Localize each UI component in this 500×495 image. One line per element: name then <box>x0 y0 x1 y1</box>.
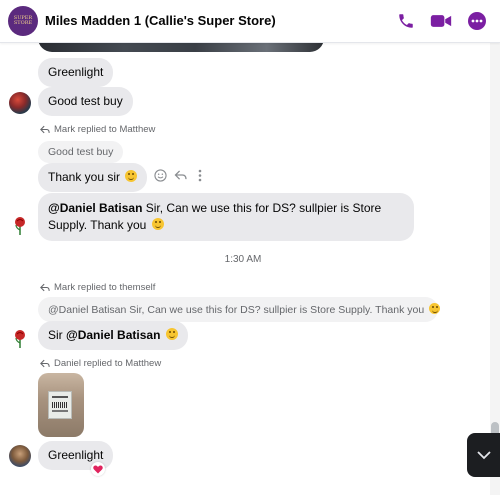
reply-context-label: Mark replied to themself <box>54 282 156 293</box>
video-camera-icon[interactable] <box>430 10 452 32</box>
phone-icon[interactable] <box>395 10 417 32</box>
mention[interactable]: @Daniel Batisan <box>48 201 142 215</box>
sender-avatar[interactable] <box>9 92 31 114</box>
reply-context: Daniel replied to Matthew <box>40 358 161 369</box>
reply-arrow-icon[interactable] <box>173 168 187 182</box>
rose-icon <box>15 330 25 348</box>
reaction-badge[interactable] <box>91 462 105 476</box>
smiley-face-icon[interactable] <box>153 168 167 182</box>
group-avatar-label: SUPER STORE <box>13 15 33 26</box>
quoted-photo[interactable] <box>38 373 84 437</box>
quoted-message[interactable]: @Daniel Batisan Sir, Can we use this for… <box>38 297 441 322</box>
more-options-icon[interactable] <box>466 10 488 32</box>
smiley-emoji-icon <box>151 218 164 230</box>
message-actions <box>153 168 207 182</box>
reply-arrow-icon <box>40 125 50 134</box>
heart-icon <box>93 465 103 473</box>
message-bubble[interactable]: Greenlight <box>38 58 114 87</box>
message-text: Thank you sir <box>48 170 121 184</box>
reply-arrow-icon <box>40 283 50 292</box>
mention[interactable]: @Daniel Batisan <box>66 328 160 342</box>
sender-avatar[interactable] <box>9 327 31 349</box>
reply-context-label: Mark replied to Matthew <box>54 124 156 135</box>
smiley-emoji-icon <box>429 303 441 314</box>
quoted-message[interactable]: Good test buy <box>38 141 124 163</box>
timestamp-divider: 1:30 AM <box>224 254 262 265</box>
reply-context: Mark replied to themself <box>40 282 155 293</box>
scroll-to-bottom-button[interactable] <box>467 433 500 477</box>
chevron-down-icon <box>476 450 491 459</box>
message-bubble[interactable]: Thank you sir <box>38 163 148 192</box>
reply-arrow-icon <box>40 359 50 368</box>
group-avatar[interactable]: SUPER STORE <box>8 6 38 36</box>
vertical-dots-icon[interactable] <box>193 168 207 182</box>
message-bubble[interactable]: @Daniel Batisan Sir, Can we use this for… <box>38 193 414 241</box>
rose-icon <box>15 217 25 235</box>
smiley-emoji-icon <box>165 328 178 340</box>
sender-avatar[interactable] <box>9 214 31 236</box>
reply-context-label: Daniel replied to Matthew <box>54 358 162 369</box>
sender-avatar[interactable] <box>9 445 31 467</box>
message-text: Sir <box>48 328 66 342</box>
smiley-emoji-icon <box>125 170 138 182</box>
chat-header: SUPER STORE Miles Madden 1 (Callie's Sup… <box>0 0 500 43</box>
reply-context: Mark replied to Matthew <box>40 124 155 135</box>
message-bubble[interactable]: Good test buy <box>38 87 133 116</box>
label-image <box>48 391 72 419</box>
quoted-text: @Daniel Batisan Sir, Can we use this for… <box>48 304 425 316</box>
chat-title[interactable]: Miles Madden 1 (Callie's Super Store) <box>45 13 276 28</box>
message-bubble[interactable]: Sir @Daniel Batisan <box>38 321 188 350</box>
